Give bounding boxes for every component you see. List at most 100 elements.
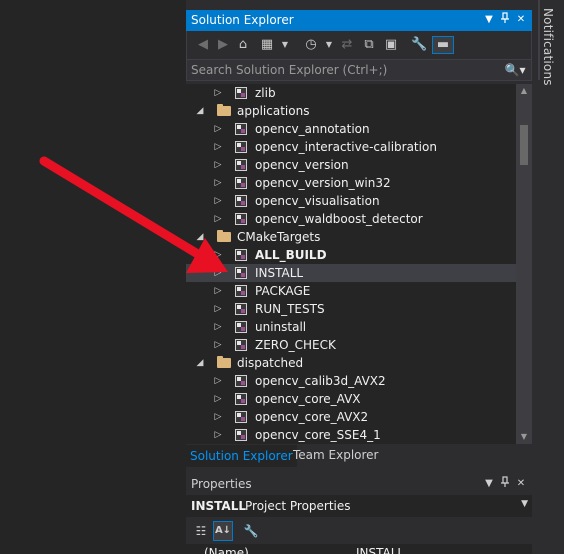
refresh-icon[interactable]: ⧉: [361, 37, 377, 53]
tree-item-label: ALL_BUILD: [255, 248, 327, 262]
solution-explorer-toolbar: ◀ ▶ ⌂ ▦ ▼ ◷ ▼ ⇄ ⧉ ▣ 🔧 ▬: [186, 31, 532, 59]
properties-menu-dropdown-icon[interactable]: ▼: [482, 476, 496, 492]
tree-project-item[interactable]: ▷ opencv_core_AVX2: [186, 408, 516, 426]
chevron-down-icon[interactable]: ▼: [521, 499, 528, 509]
expanded-arrow-icon[interactable]: ◢: [194, 102, 206, 120]
collapsed-arrow-icon[interactable]: ▷: [212, 246, 224, 264]
tree-project-item[interactable]: ▷ zlib: [186, 84, 516, 102]
properties-pin-icon[interactable]: [498, 476, 512, 492]
collapsed-arrow-icon[interactable]: ▷: [212, 426, 224, 444]
close-icon[interactable]: ✕: [514, 12, 528, 28]
tree-folder-item[interactable]: ◢ applications: [186, 102, 516, 120]
tree-project-item[interactable]: ▷ opencv_version: [186, 156, 516, 174]
project-icon: [235, 213, 247, 225]
tree-project-item[interactable]: ▷ opencv_core_AVX: [186, 390, 516, 408]
project-icon: [235, 87, 247, 99]
tree-project-item[interactable]: ▷ opencv_calib3d_AVX2: [186, 372, 516, 390]
tree-item-label: INSTALL: [255, 266, 304, 280]
collapsed-arrow-icon[interactable]: ▷: [212, 264, 224, 282]
expanded-arrow-icon[interactable]: ◢: [194, 354, 206, 372]
alphabetical-icon[interactable]: A↓: [213, 521, 233, 541]
forward-icon[interactable]: ▶: [215, 37, 231, 53]
window-menu-dropdown-icon[interactable]: ▼: [482, 12, 496, 28]
collapsed-arrow-icon[interactable]: ▷: [212, 192, 224, 210]
solution-tree: ▷ zlib ◢ applications ▷ opencv_annotation ▷ ope…: [186, 84, 516, 444]
tree-item-label: RUN_TESTS: [255, 302, 325, 316]
tool-window-tabs: Solution Explorer Team Explorer: [186, 445, 532, 467]
tree-project-item[interactable]: ▷ uninstall: [186, 318, 516, 336]
notifications-divider: [538, 0, 540, 80]
pin-icon[interactable]: [498, 12, 512, 28]
scroll-up-icon[interactable]: ▲: [516, 84, 532, 98]
editor-area: [0, 0, 186, 554]
tree-project-item[interactable]: ▷ opencv_core_SSE4_1: [186, 426, 516, 444]
collapsed-arrow-icon[interactable]: ▷: [212, 174, 224, 192]
property-pages-wrench-icon[interactable]: 🔧: [242, 522, 260, 540]
property-value: INSTALL: [356, 546, 405, 554]
collapsed-arrow-icon[interactable]: ▷: [212, 318, 224, 336]
collapsed-arrow-icon[interactable]: ▷: [212, 372, 224, 390]
tree-project-item[interactable]: ▷ opencv_interactive-calibration: [186, 138, 516, 156]
tree-item-label: opencv_core_AVX2: [255, 410, 369, 424]
pending-changes-filter-icon[interactable]: ◷: [303, 37, 319, 53]
tab-solution-explorer[interactable]: Solution Explorer: [186, 445, 297, 467]
properties-title: Properties: [191, 477, 252, 491]
switch-views-icon[interactable]: ▦: [259, 37, 275, 53]
expanded-arrow-icon[interactable]: ◢: [194, 228, 206, 246]
tree-project-item[interactable]: ▷ INSTALL: [186, 264, 516, 282]
collapsed-arrow-icon[interactable]: ▷: [212, 84, 224, 102]
tree-folder-item[interactable]: ◢ CMakeTargets: [186, 228, 516, 246]
collapsed-arrow-icon[interactable]: ▷: [212, 156, 224, 174]
project-icon: [235, 177, 247, 189]
properties-close-icon[interactable]: ✕: [514, 476, 528, 492]
home-icon[interactable]: ⌂: [235, 37, 251, 53]
properties-wrench-icon[interactable]: 🔧: [411, 37, 427, 53]
search-box: 🔍▾: [186, 59, 532, 81]
collapsed-arrow-icon[interactable]: ▷: [212, 138, 224, 156]
tree-project-item[interactable]: ▷ ZERO_CHECK: [186, 336, 516, 354]
tree-project-item[interactable]: ▷ opencv_version_win32: [186, 174, 516, 192]
tree-project-item[interactable]: ▷ ALL_BUILD: [186, 246, 516, 264]
properties-object-selector[interactable]: INSTALL Project Properties ▼: [186, 495, 532, 517]
search-input[interactable]: [187, 60, 505, 80]
tree-item-label: PACKAGE: [255, 284, 311, 298]
collapsed-arrow-icon[interactable]: ▷: [212, 300, 224, 318]
project-icon: [235, 141, 247, 153]
notifications-side-tab[interactable]: Notifications: [538, 0, 564, 90]
property-row[interactable]: (Name) INSTALL: [186, 544, 532, 554]
tree-project-item[interactable]: ▷ opencv_annotation: [186, 120, 516, 138]
properties-object-name: INSTALL: [191, 499, 246, 513]
tree-item-label: applications: [237, 104, 310, 118]
scroll-thumb[interactable]: [520, 125, 528, 165]
collapse-all-icon[interactable]: ▣: [383, 37, 399, 53]
properties-toolbar: ☷ A↓ 🔧: [186, 518, 532, 544]
tree-project-item[interactable]: ▷ opencv_waldboost_detector: [186, 210, 516, 228]
tree-scrollbar[interactable]: ▲ ▼: [516, 84, 532, 444]
tree-item-label: CMakeTargets: [237, 230, 321, 244]
property-name: (Name): [204, 546, 249, 554]
collapsed-arrow-icon[interactable]: ▷: [212, 282, 224, 300]
tree-folder-item[interactable]: ◢ dispatched: [186, 354, 516, 372]
collapsed-arrow-icon[interactable]: ▷: [212, 408, 224, 426]
preview-selected-items-icon[interactable]: ▬: [432, 36, 454, 54]
sync-with-active-document-icon[interactable]: ⇄: [339, 37, 355, 53]
project-icon: [235, 267, 247, 279]
categorized-icon[interactable]: ☷: [192, 522, 210, 540]
tree-project-item[interactable]: ▷ PACKAGE: [186, 282, 516, 300]
collapsed-arrow-icon[interactable]: ▷: [212, 210, 224, 228]
tree-item-label: opencv_interactive-calibration: [255, 140, 437, 154]
collapsed-arrow-icon[interactable]: ▷: [212, 336, 224, 354]
tree-project-item[interactable]: ▷ RUN_TESTS: [186, 300, 516, 318]
search-icon[interactable]: 🔍▾: [501, 61, 529, 79]
collapsed-arrow-icon[interactable]: ▷: [212, 120, 224, 138]
collapsed-arrow-icon[interactable]: ▷: [212, 390, 224, 408]
back-icon[interactable]: ◀: [195, 37, 211, 53]
filter-dropdown-icon[interactable]: ▼: [321, 37, 337, 53]
project-icon: [235, 303, 247, 315]
tree-project-item[interactable]: ▷ opencv_visualisation: [186, 192, 516, 210]
tree-item-label: opencv_annotation: [255, 122, 370, 136]
tree-item-label: opencv_visualisation: [255, 194, 380, 208]
switch-views-dropdown-icon[interactable]: ▼: [277, 37, 293, 53]
scroll-down-icon[interactable]: ▼: [516, 430, 532, 444]
tab-team-explorer[interactable]: Team Explorer: [289, 445, 383, 466]
